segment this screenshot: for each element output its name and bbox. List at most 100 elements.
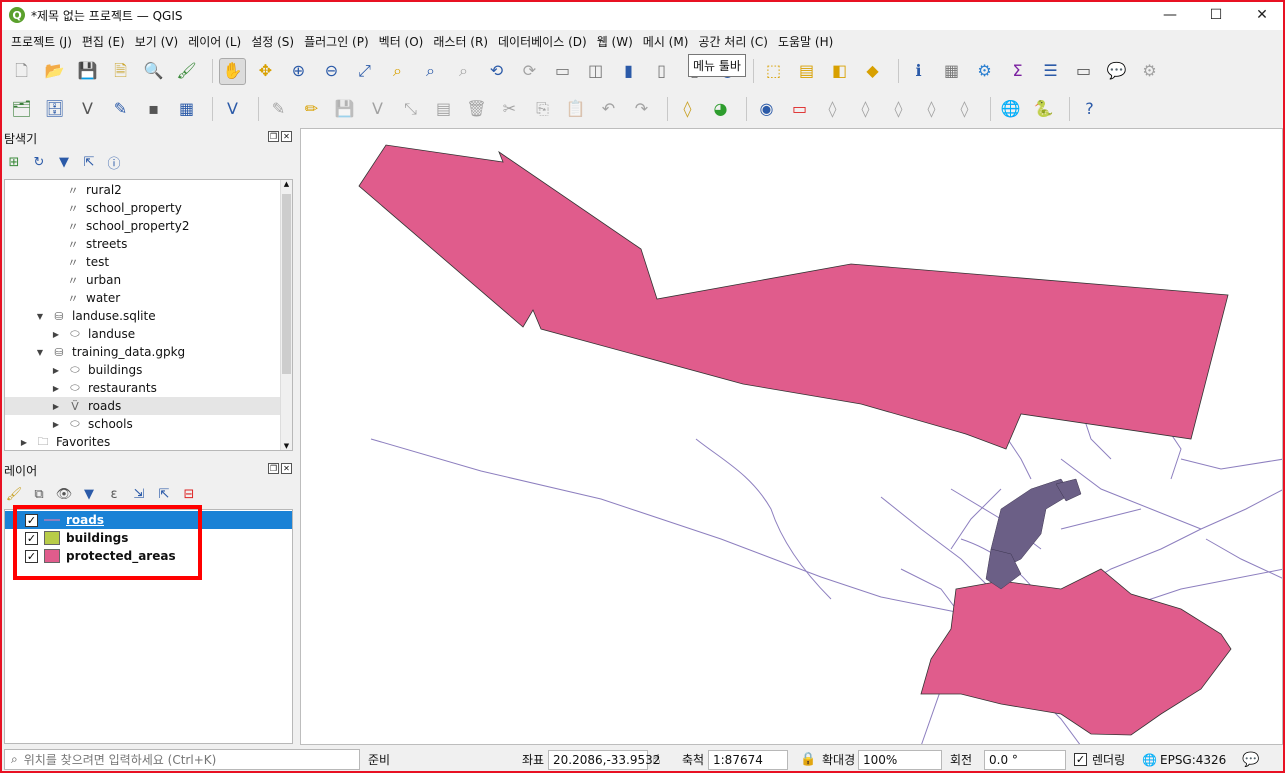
coordinate-field[interactable]: 20.2086,-33.9532 <box>548 749 660 770</box>
delete-selected-icon[interactable]: 🗑 <box>463 96 490 123</box>
style-manager-icon[interactable]: 🖌 <box>173 58 200 85</box>
scroll-down-icon[interactable]: ▼ <box>281 442 292 450</box>
zoom-native-icon[interactable]: ⌕ <box>450 58 477 85</box>
expand-arrow-icon[interactable]: ▶ <box>51 366 61 375</box>
menu-view[interactable]: 보기 (V) <box>130 33 183 50</box>
open-project-icon[interactable]: 📂 <box>41 58 68 85</box>
browser-item-landuse-sqlite[interactable]: ▼ ⛁ landuse.sqlite <box>35 307 156 325</box>
browser-item-urban[interactable]: 〃 urban <box>65 271 122 289</box>
redo-icon[interactable]: ↷ <box>628 96 655 123</box>
browser-item-roads[interactable]: ▶ V̈ roads <box>5 397 280 415</box>
close-panel-icon[interactable]: ✕ <box>281 131 292 142</box>
deselect-all-icon[interactable]: ◧ <box>826 58 853 85</box>
browser-item-favorites[interactable]: ▶ 🗀 Favorites <box>19 433 110 450</box>
browser-item-streets[interactable]: 〃 streets <box>65 235 128 253</box>
digitize-icon[interactable]: ✎ <box>107 96 134 123</box>
menu-settings[interactable]: 설정 (S) <box>246 33 299 50</box>
collapse-arrow-icon[interactable]: ▼ <box>35 312 45 321</box>
new-map-view-icon[interactable]: ▭ <box>549 58 576 85</box>
maximize-button[interactable]: ☐ <box>1193 0 1239 30</box>
refresh-icon[interactable]: ↻ <box>31 154 47 170</box>
remove-layer-icon[interactable]: ⊟ <box>181 486 197 502</box>
close-panel-icon[interactable]: ✕ <box>281 463 292 474</box>
zoom-full-icon[interactable]: ⤢ <box>351 58 378 85</box>
manage-visibility-icon[interactable]: 👁 <box>56 486 73 502</box>
expand-all-icon[interactable]: ⇲ <box>131 486 147 502</box>
globe-plugin-icon[interactable]: 🌐 <box>997 96 1024 123</box>
close-button[interactable]: ✕ <box>1239 0 1285 30</box>
locator-bar[interactable]: ⌕ <box>4 749 360 770</box>
layer-visibility-checkbox[interactable]: ✓ <box>25 549 38 563</box>
scroll-up-icon[interactable]: ▲ <box>281 180 292 188</box>
change-label-icon[interactable]: ◊ <box>885 96 912 123</box>
zoom-to-layer-icon[interactable]: ⌕ <box>417 58 444 85</box>
toggle-editing-pencil-icon[interactable]: ✏ <box>298 96 325 123</box>
select-features-icon[interactable]: ⬚ <box>760 58 787 85</box>
diagram-options-icon[interactable]: ◕ <box>707 96 734 123</box>
browser-item-buildings[interactable]: ▶ ⬭ buildings <box>51 361 142 379</box>
python-console-icon[interactable]: 🐍 <box>1030 96 1057 123</box>
menu-layer[interactable]: 레이어 (L) <box>183 33 246 50</box>
help-icon[interactable]: ? <box>1076 96 1103 123</box>
identify-features-icon[interactable]: ℹ <box>905 58 932 85</box>
new-temporary-layer-icon[interactable]: ▪ <box>140 96 167 123</box>
undo-icon[interactable]: ↶ <box>595 96 622 123</box>
pan-to-selection-icon[interactable]: ✥ <box>252 58 279 85</box>
processing-gear-icon[interactable]: ⚙ <box>1136 58 1163 85</box>
paste-icon[interactable]: 📋 <box>562 96 589 123</box>
filter-expression-icon[interactable]: ε <box>106 486 122 502</box>
locator-input[interactable] <box>23 752 344 767</box>
scale-combo[interactable]: 1:87674 <box>708 749 788 770</box>
add-vector-layer-icon[interactable]: V <box>74 96 101 123</box>
layout-manager-icon[interactable]: 🔍 <box>140 58 167 85</box>
current-edits-icon[interactable]: ✎ <box>265 96 292 123</box>
new-project-icon[interactable]: 🗋 <box>8 58 35 85</box>
new-geopackage-icon[interactable]: 🗄 <box>41 96 68 123</box>
new-print-layout-icon[interactable]: 🗎 <box>107 58 134 85</box>
virtual-layer-icon[interactable]: ▦ <box>173 96 200 123</box>
expand-arrow-icon[interactable]: ▶ <box>51 330 61 339</box>
open-table-icon[interactable]: ☰ <box>1037 58 1064 85</box>
save-project-icon[interactable]: 💾 <box>74 58 101 85</box>
browser-scrollbar[interactable]: ▲ ▼ <box>280 180 292 450</box>
add-selected-layers-icon[interactable]: ⊞ <box>6 154 22 170</box>
zoom-in-icon[interactable]: ⊕ <box>285 58 312 85</box>
render-checkbox[interactable]: ✓ <box>1074 753 1087 766</box>
layer-row-roads[interactable]: ✓ roads <box>5 511 292 529</box>
crs-button[interactable]: EPSG:4326 <box>1160 746 1226 773</box>
add-group-icon[interactable]: ⧉ <box>31 486 47 502</box>
browser-item-schools[interactable]: ▶ ⬭ schools <box>51 415 133 433</box>
select-by-location-icon[interactable]: ◆ <box>859 58 886 85</box>
expand-arrow-icon[interactable]: ▶ <box>51 420 61 429</box>
rotate-label-icon[interactable]: ◊ <box>852 96 879 123</box>
menu-database[interactable]: 데이터베이스 (D) <box>493 33 592 50</box>
zoom-next-icon[interactable]: ⟳ <box>516 58 543 85</box>
layer-row-protected-areas[interactable]: ✓ protected_areas <box>5 547 292 565</box>
new-bookmark-icon[interactable]: ▯ <box>648 58 675 85</box>
browser-item-school-property2[interactable]: 〃 school_property2 <box>65 217 190 235</box>
menu-web[interactable]: 웹 (W) <box>592 33 638 50</box>
style-brush-icon[interactable]: 🖌 <box>6 486 23 502</box>
browser-item-restaurants[interactable]: ▶ ⬭ restaurants <box>51 379 157 397</box>
menu-mesh[interactable]: 메시 (M) <box>638 33 694 50</box>
expand-arrow-icon[interactable]: ▶ <box>19 438 29 447</box>
label-properties-icon[interactable]: ◊ <box>951 96 978 123</box>
menu-raster[interactable]: 래스터 (R) <box>428 33 493 50</box>
collapse-arrow-icon[interactable]: ▼ <box>35 348 45 357</box>
minimize-button[interactable]: — <box>1147 0 1193 30</box>
attribute-table-icon[interactable]: ▦ <box>938 58 965 85</box>
add-feature-icon[interactable]: V <box>364 96 391 123</box>
measure-line-icon[interactable]: ▭ <box>1070 58 1097 85</box>
browser-item-training-data[interactable]: ▼ ⛁ training_data.gpkg <box>35 343 185 361</box>
menu-project[interactable]: 프로젝트 (J) <box>6 33 77 50</box>
label-abc-icon[interactable]: ◊ <box>674 96 701 123</box>
copy-icon[interactable]: ⎘ <box>529 96 556 123</box>
browser-item-water[interactable]: 〃 water <box>65 289 121 307</box>
menu-help[interactable]: 도움말 (H) <box>773 33 838 50</box>
menu-plugins[interactable]: 플러그인 (P) <box>299 33 374 50</box>
temporal-controller-icon[interactable]: ▮ <box>615 58 642 85</box>
browser-item-landuse[interactable]: ▶ ⬭ landuse <box>51 325 135 343</box>
layer-row-buildings[interactable]: ✓ buildings <box>5 529 292 547</box>
zoom-to-selection-icon[interactable]: ⌕ <box>384 58 411 85</box>
data-source-manager-icon[interactable]: 🗂 <box>8 96 35 123</box>
